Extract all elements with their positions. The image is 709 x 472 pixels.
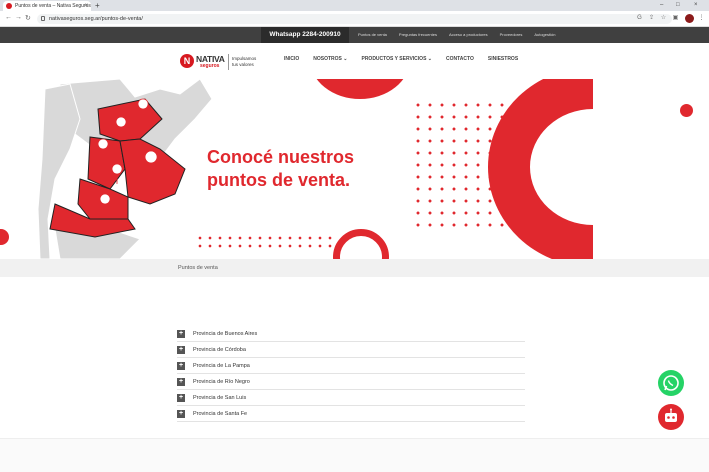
maximize-button[interactable]: □ (676, 0, 680, 11)
browser-tab[interactable]: Puntos de venta – Nativa Seguros × (3, 1, 91, 11)
logo-divider (228, 54, 229, 70)
sidebar-icon[interactable]: ▣ (672, 15, 679, 22)
toplink-acceso-productores[interactable]: Acceso a productores (449, 27, 488, 43)
url-input[interactable]: nativaseguros.seg.ar/puntos-de-venta/ (37, 14, 672, 24)
expand-plus-icon: + (177, 394, 185, 402)
accordion-label: Provincia de San Luis (193, 395, 247, 401)
nav-siniestros[interactable]: SINIESTROS (488, 56, 518, 62)
hero-title-line2: puntos de venta. (207, 170, 351, 190)
breadcrumb-bar (0, 259, 709, 277)
expand-plus-icon: + (177, 330, 185, 338)
breadcrumb[interactable]: Puntos de venta (178, 259, 218, 277)
accordion-item-rio-negro[interactable]: + Provincia de Río Negro (177, 374, 525, 390)
argentina-map-illustration (37, 79, 213, 259)
close-window-button[interactable]: × (694, 0, 698, 11)
browser-tab-bar: Puntos de venta – Nativa Seguros × + – □… (0, 0, 709, 11)
accordion-item-santa-fe[interactable]: + Provincia de Santa Fe (177, 406, 525, 422)
tab-title: Puntos de venta – Nativa Seguros (15, 3, 91, 9)
minimize-button[interactable]: – (660, 0, 663, 11)
bookmark-star-icon[interactable]: ☆ (660, 15, 667, 22)
toplink-puntos-de-venta[interactable]: Puntos de venta (358, 27, 387, 43)
decorative-dot (680, 104, 693, 117)
lock-icon (41, 16, 45, 21)
forward-button[interactable]: → (15, 14, 22, 21)
address-bar: ← → ↻ nativaseguros.seg.ar/puntos-de-ven… (0, 11, 709, 27)
accordion-label: Provincia de Río Negro (193, 379, 250, 385)
decorative-circle (310, 79, 410, 99)
tab-close-icon[interactable]: × (84, 1, 88, 11)
whatsapp-icon (663, 375, 679, 391)
profile-avatar[interactable] (685, 14, 694, 23)
menu-icon[interactable]: ⋮ (698, 15, 705, 22)
share-icon[interactable]: ⇪ (648, 15, 655, 22)
expand-plus-icon: + (177, 362, 185, 370)
chatbot-float-button[interactable] (658, 404, 684, 430)
expand-plus-icon: + (177, 378, 185, 386)
robot-icon (665, 408, 677, 422)
footer-strip (0, 438, 709, 472)
nav-inicio[interactable]: INICIO (284, 56, 299, 62)
reload-button[interactable]: ↻ (25, 14, 31, 22)
expand-plus-icon: + (177, 346, 185, 354)
hero-title-line1: Conocé nuestros (207, 147, 355, 167)
accordion-label: Provincia de Córdoba (193, 347, 246, 353)
accordion-item-cordoba[interactable]: + Provincia de Córdoba (177, 342, 525, 358)
nav-contacto[interactable]: CONTACTO (446, 56, 474, 62)
google-icon[interactable]: G (636, 15, 643, 22)
accordion-item-la-pampa[interactable]: + Provincia de La Pampa (177, 358, 525, 374)
decorative-dot-row (195, 234, 335, 252)
decorative-ring (333, 229, 389, 259)
hero-title: Conocé nuestros puntos de venta. (207, 146, 407, 192)
toplink-autogestion[interactable]: Autogestión (534, 27, 555, 43)
brand-tagline: Impulsamos tus valores (232, 56, 257, 67)
nav-nosotros[interactable]: NOSOTROS ⌄ (313, 56, 347, 62)
accordion-label: Provincia de Santa Fe (193, 411, 248, 417)
accordion-label: Provincia de Buenos Aires (193, 331, 258, 337)
nav-productos-servicios[interactable]: PRODUCTOS Y SERVICIOS ⌄ (361, 56, 432, 62)
site-top-bar (0, 27, 709, 43)
decorative-arc (488, 79, 593, 259)
expand-plus-icon: + (177, 410, 185, 418)
brand-logo-icon[interactable]: N (180, 54, 194, 68)
whatsapp-float-button[interactable] (658, 370, 684, 396)
accordion-item-buenos-aires[interactable]: + Provincia de Buenos Aires (177, 326, 525, 342)
brand-sub: seguros (200, 63, 220, 69)
hero-banner: Conocé nuestros puntos de venta. (0, 79, 709, 259)
toplink-proveedores[interactable]: Proveedores (500, 27, 523, 43)
whatsapp-number-link[interactable]: Whatsapp 2284-200910 (261, 27, 349, 43)
accordion-label: Provincia de La Pampa (193, 363, 250, 369)
site-favicon-icon (6, 3, 12, 9)
url-text: nativaseguros.seg.ar/puntos-de-venta/ (49, 16, 143, 22)
back-button[interactable]: ← (5, 14, 12, 21)
main-nav: INICIO NOSOTROS ⌄ PRODUCTOS Y SERVICIOS … (284, 56, 532, 62)
toplink-preguntas-frecuentes[interactable]: Preguntas frecuentes (399, 27, 437, 43)
accordion-item-san-luis[interactable]: + Provincia de San Luis (177, 390, 525, 406)
province-accordion: + Provincia de Buenos Aires + Provincia … (177, 326, 525, 422)
top-links: Puntos de venta Preguntas frecuentes Acc… (358, 27, 555, 43)
new-tab-button[interactable]: + (95, 0, 100, 11)
